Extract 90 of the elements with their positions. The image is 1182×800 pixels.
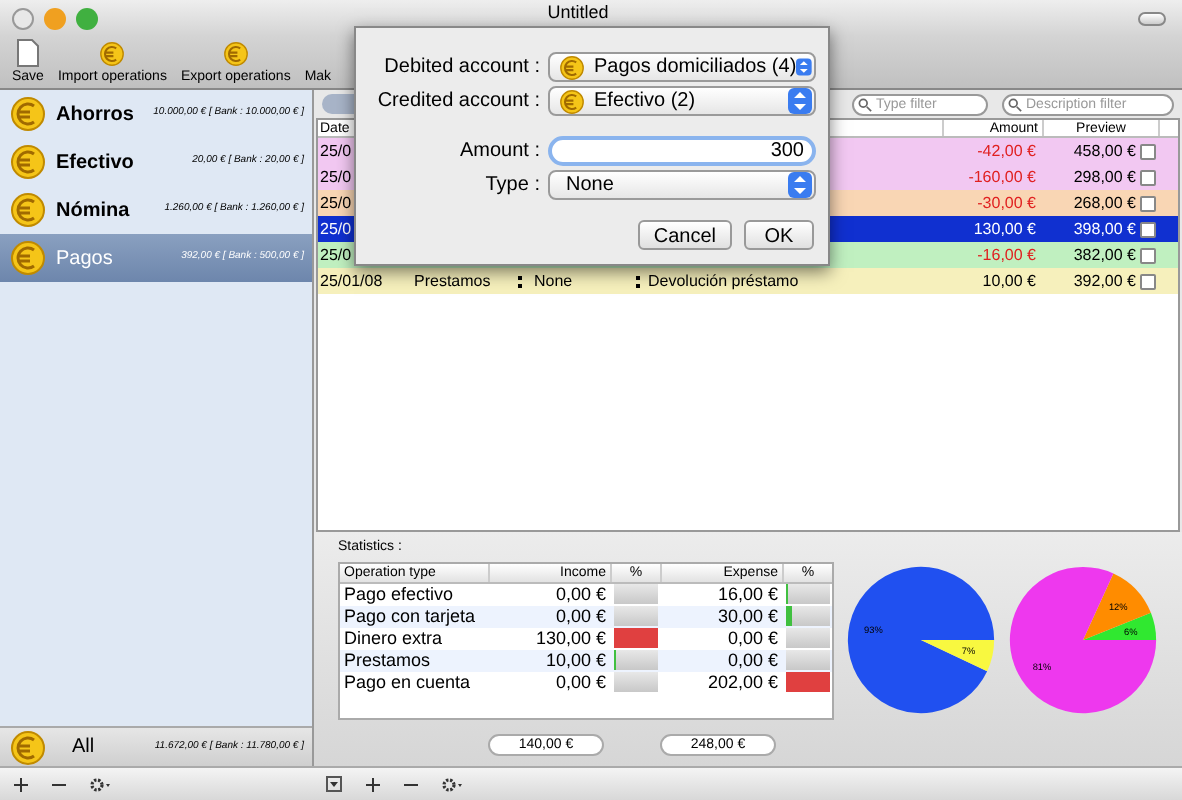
date-cell-text: 25/0 xyxy=(318,191,354,215)
amount-cell-text: 130,00 € xyxy=(971,217,1038,241)
amount-cell-text: -160,00 € xyxy=(966,165,1038,189)
total-name: All xyxy=(72,734,95,762)
income-cell-text: 0,00 € xyxy=(553,605,608,627)
amount-field[interactable]: 300 xyxy=(548,135,816,165)
coin-icon xyxy=(8,727,48,767)
coin-icon xyxy=(8,190,48,230)
settings-button[interactable] xyxy=(442,777,464,791)
checkbox[interactable] xyxy=(1140,143,1156,159)
coin-icon xyxy=(98,40,127,68)
filter-button[interactable] xyxy=(326,776,342,792)
preview-cell-text: 458,00 € xyxy=(1071,139,1136,163)
field-label: Debited account : xyxy=(382,54,542,82)
income-cell-text: 0,00 € xyxy=(553,671,608,693)
expense-cell-text: 0,00 € xyxy=(725,649,780,671)
minimize-button[interactable] xyxy=(44,7,66,29)
amount-cell-text: 10,00 € xyxy=(980,269,1038,293)
date-cell-text: 25/01/08 xyxy=(318,269,385,293)
window-button[interactable] xyxy=(1138,11,1166,25)
window-title: Untitled xyxy=(545,2,611,22)
preview-cell-text: 298,00 € xyxy=(1071,165,1136,189)
income-cell-text: 10,00 € xyxy=(543,649,608,671)
operation-type-cell-text: Pago con tarjeta xyxy=(342,605,478,627)
preview-cell-text: 392,00 € xyxy=(1071,269,1136,293)
preview-cell-text: 398,00 € xyxy=(1071,217,1136,241)
zoom-button[interactable] xyxy=(76,7,98,29)
operation-type-cell-text: Pago en cuenta xyxy=(342,671,473,693)
checkbox[interactable] xyxy=(1140,221,1156,237)
coin-icon xyxy=(558,53,586,81)
settings-button[interactable] xyxy=(90,777,112,791)
stepper-icon xyxy=(796,54,812,80)
stepper-icon xyxy=(788,88,812,114)
field-label: Credited account : xyxy=(375,88,542,116)
expense-cell-text: 202,00 € xyxy=(705,671,780,693)
amount-cell-text: -30,00 € xyxy=(975,191,1038,215)
checkbox[interactable] xyxy=(1140,247,1156,263)
search-icon xyxy=(858,97,872,111)
plus-icon xyxy=(14,777,28,791)
description-cell-text: Devolución préstamo xyxy=(646,269,799,293)
coin-icon xyxy=(8,238,48,278)
stepper-icon xyxy=(788,172,812,198)
expense-cell-text: 30,00 € xyxy=(715,605,780,627)
income-cell-text: 0,00 € xyxy=(553,583,608,605)
type-cell[interactable]: None xyxy=(526,269,636,293)
dropdown-box-icon xyxy=(326,776,342,792)
amount-cell-text: -16,00 € xyxy=(975,243,1038,267)
coin-icon xyxy=(558,87,586,115)
account-name: Pagos xyxy=(56,245,113,273)
coin-icon xyxy=(8,142,48,182)
close-button[interactable] xyxy=(12,7,34,29)
debited-account-popup[interactable]: Pagos domiciliados (4) xyxy=(548,52,816,82)
field-label: Type : xyxy=(483,172,542,200)
checkbox[interactable] xyxy=(1140,195,1156,211)
credited-account-popup[interactable]: Efectivo (2) xyxy=(548,86,816,116)
coin-icon xyxy=(221,40,250,68)
stepper-icon xyxy=(636,275,644,287)
category-cell[interactable]: Prestamos xyxy=(398,269,518,293)
field-label: Amount : xyxy=(457,137,542,165)
expense-cell-text: 0,00 € xyxy=(725,627,780,649)
table-row[interactable]: 25/01/08 Prestamos None Devolución préstamo 10,00 € 392,00 € xyxy=(318,268,1178,294)
document-icon xyxy=(15,38,40,68)
account-name: Ahorros xyxy=(56,101,134,129)
gear-icon xyxy=(90,777,112,791)
checkbox[interactable] xyxy=(1140,273,1156,289)
checkbox[interactable] xyxy=(1140,169,1156,185)
dialog-button[interactable]: OK xyxy=(744,220,814,250)
preview-cell-text: 382,00 € xyxy=(1071,243,1136,267)
preview-cell-text: 268,00 € xyxy=(1071,191,1136,215)
operation-type-cell-text: Prestamos xyxy=(342,649,433,671)
date-cell-text: 25/0 xyxy=(318,217,354,241)
stepper-icon xyxy=(518,275,526,287)
search-icon xyxy=(1008,97,1022,111)
date-cell-text: 25/0 xyxy=(318,165,354,189)
date-cell-text: 25/0 xyxy=(318,243,354,267)
income-cell-text: 130,00 € xyxy=(533,627,608,649)
operation-type-cell-text: Pago efectivo xyxy=(342,583,456,605)
operation-type-cell-text: Dinero extra xyxy=(342,627,445,649)
date-cell-text: 25/0 xyxy=(318,139,354,163)
account-name: Efectivo xyxy=(56,149,134,177)
add-button[interactable] xyxy=(366,777,380,791)
expense-cell-text: 16,00 € xyxy=(715,583,780,605)
type-popup[interactable]: None xyxy=(548,170,816,200)
amount-cell-text: -42,00 € xyxy=(975,139,1038,163)
coin-icon xyxy=(8,94,48,134)
gear-icon xyxy=(442,777,464,791)
account-name: Nómina xyxy=(56,197,130,225)
plus-icon xyxy=(366,777,380,791)
add-button[interactable] xyxy=(14,777,28,791)
dialog-button[interactable]: Cancel xyxy=(637,220,732,250)
